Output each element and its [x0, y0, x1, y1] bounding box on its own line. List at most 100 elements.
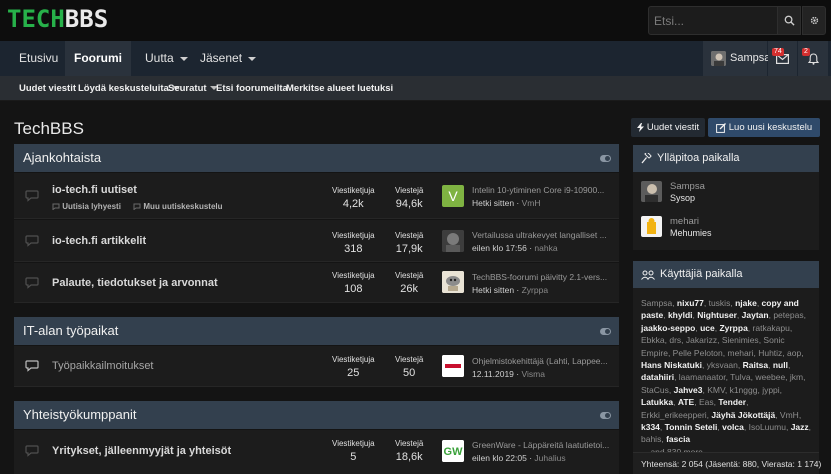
online-user-link[interactable]: aop	[787, 348, 801, 358]
online-user-link[interactable]: uce	[700, 323, 715, 333]
subnav-search-forums[interactable]: Etsi foorumeilta	[216, 76, 288, 101]
online-user-link[interactable]: datahiiri	[641, 372, 674, 382]
online-user-link[interactable]: khyldi	[668, 310, 693, 320]
avatar[interactable]	[641, 216, 662, 237]
online-user-link[interactable]: Sienimies	[722, 335, 759, 345]
last-post-user[interactable]: nahka	[534, 243, 557, 253]
search-options-button[interactable]	[802, 6, 826, 35]
online-user-link[interactable]: jyppi	[762, 385, 779, 395]
subforum-link[interactable]: Muu uutiskeskustelu	[143, 202, 222, 211]
last-post-title[interactable]: Intelin 10-ytiminen Core i9-10900...	[472, 185, 612, 195]
forum-title[interactable]: Palaute, tiedotukset ja arvonnat	[52, 277, 218, 289]
user-menu[interactable]: Sampsa	[703, 41, 770, 76]
avatar[interactable]	[442, 230, 464, 252]
online-user-link[interactable]: Eas	[699, 397, 714, 407]
last-post-title[interactable]: GreenWare - Läppäreitä laatutietoi...	[472, 440, 612, 450]
online-user-link[interactable]: mehari	[728, 348, 754, 358]
online-user-link[interactable]: StaCus	[641, 385, 669, 395]
subnav-mark-read[interactable]: Merkitse alueet luetuksi	[286, 76, 393, 101]
last-post-title[interactable]: TechBBS-foorumi päivitty 2.1-vers...	[472, 272, 612, 282]
online-user-link[interactable]: fascia	[666, 434, 690, 444]
online-user-link[interactable]: jkm	[790, 372, 803, 382]
online-user-link[interactable]: tuskis	[709, 298, 731, 308]
collapse-toggle-icon[interactable]	[600, 155, 611, 162]
last-post-user[interactable]: Zyrppa	[522, 285, 548, 295]
online-user-link[interactable]: njake	[735, 298, 757, 308]
subforum-link[interactable]: Uutisia lyhyesti	[62, 202, 121, 211]
create-thread-button[interactable]: Luo uusi keskustelu	[708, 118, 820, 137]
last-post-user[interactable]: Juhalius	[534, 453, 565, 463]
online-user-link[interactable]: nixu77	[677, 298, 704, 308]
forum-row[interactable]: Työpaikkailmoitukset Viestiketjuja 25 Vie…	[14, 346, 619, 387]
online-user-link[interactable]: Zyrppa	[719, 323, 747, 333]
online-user-link[interactable]: ratkakapu	[753, 323, 790, 333]
online-user-link[interactable]: IsoLuumu	[749, 422, 786, 432]
nav-item-forums[interactable]: Foorumi	[65, 41, 131, 76]
avatar[interactable]: GW	[442, 440, 464, 462]
online-user-link[interactable]: Jäyhä Jökottäjä	[711, 410, 775, 420]
new-posts-button[interactable]: Uudet viestit	[631, 118, 705, 137]
online-user-link[interactable]: Erkki_erikeepperi	[641, 410, 707, 420]
category-header-it-alan-tyopaikat[interactable]: IT-alan työpaikat	[14, 317, 619, 345]
subnav-find-threads[interactable]: Löydä keskusteluita	[78, 76, 180, 101]
online-user-link[interactable]: jaakko-seppo	[641, 323, 695, 333]
nav-item-members[interactable]: Jäsenet	[200, 41, 257, 76]
forum-title[interactable]: Yritykset, jälleenmyyjät ja yhteisöt	[52, 445, 231, 457]
online-user-link[interactable]: Jakarizz	[686, 335, 717, 345]
online-user-link[interactable]: Latukka	[641, 397, 673, 407]
forum-title[interactable]: io-tech.fi uutiset	[52, 184, 137, 196]
avatar[interactable]	[442, 355, 464, 377]
category-header-ajankohtaista[interactable]: Ajankohtaista	[14, 144, 619, 172]
online-user-link[interactable]: VmH	[780, 410, 799, 420]
online-user-link[interactable]: Jahve3	[674, 385, 703, 395]
forum-row[interactable]: io-tech.fi artikkelit Viestiketjuja 318 V…	[14, 220, 619, 262]
avatar[interactable]: V	[442, 185, 464, 207]
online-user-link[interactable]: drs	[669, 335, 681, 345]
forum-title[interactable]: Työpaikkailmoitukset	[52, 360, 154, 372]
online-user-link[interactable]: volca	[722, 422, 744, 432]
last-post-user[interactable]: VmH	[522, 198, 541, 208]
online-user-link[interactable]: k334	[641, 422, 660, 432]
collapse-toggle-icon[interactable]	[600, 412, 611, 419]
online-user-link[interactable]: Tender	[718, 397, 746, 407]
online-user-link[interactable]: KMV	[707, 385, 725, 395]
online-user-link[interactable]: bahis	[641, 434, 661, 444]
last-post-title[interactable]: Vertailussa ultrakevyet langalliset ...	[472, 230, 612, 240]
subnav-watched[interactable]: Seuratut	[168, 76, 218, 101]
last-post-user[interactable]: Visma	[521, 369, 544, 379]
online-user-link[interactable]: ATE	[678, 397, 694, 407]
online-user-link[interactable]: petepas	[773, 310, 803, 320]
online-user-link[interactable]: Tulva	[730, 372, 750, 382]
inbox-button[interactable]: 74	[768, 41, 797, 76]
avatar[interactable]	[641, 181, 662, 202]
subnav-new-posts[interactable]: Uudet viestit	[19, 76, 76, 101]
avatar[interactable]	[442, 271, 464, 293]
online-user-link[interactable]: weebee	[755, 372, 785, 382]
online-user-link[interactable]: laamanaator	[679, 372, 726, 382]
alerts-button[interactable]: 2	[798, 41, 828, 76]
online-user-link[interactable]: yksvaan	[707, 360, 738, 370]
online-user-link[interactable]: Ebkka	[641, 335, 665, 345]
online-user-link[interactable]: Pelle Peloton	[673, 348, 723, 358]
search-button[interactable]	[777, 6, 801, 35]
online-user-link[interactable]: Sampsa	[641, 298, 672, 308]
online-user-link[interactable]: Nightuser	[697, 310, 737, 320]
site-logo[interactable]: TECHBBS	[7, 7, 108, 31]
forum-row[interactable]: Yritykset, jälleenmyyjät ja yhteisöt Vie…	[14, 430, 619, 474]
nav-item-new[interactable]: Uutta	[145, 41, 188, 76]
online-user-link[interactable]: Huhtiz	[758, 348, 782, 358]
online-user-link[interactable]: k1nggg	[730, 385, 758, 395]
online-user-link[interactable]: Jazz	[791, 422, 809, 432]
online-user-link[interactable]: null	[773, 360, 788, 370]
category-header-yhteistyokumppanit[interactable]: Yhteistyökumppanit	[14, 401, 619, 429]
online-user-link[interactable]: Raitsa	[743, 360, 769, 370]
last-post-title[interactable]: Ohjelmistokehittäjä (Lahti, Lappee...	[472, 356, 612, 366]
nav-item-home[interactable]: Etusivu	[19, 41, 58, 76]
forum-title[interactable]: io-tech.fi artikkelit	[52, 235, 146, 247]
online-user-link[interactable]: Tonnin Seteli	[665, 422, 718, 432]
collapse-toggle-icon[interactable]	[600, 328, 611, 335]
forum-row[interactable]: io-tech.fi uutiset Uutisia lyhyesti Muu …	[14, 173, 619, 219]
online-user-link[interactable]: Jaytan	[742, 310, 769, 320]
online-user-link[interactable]: Hans Niskatuki	[641, 360, 702, 370]
forum-row[interactable]: Palaute, tiedotukset ja arvonnat Viestik…	[14, 263, 619, 303]
